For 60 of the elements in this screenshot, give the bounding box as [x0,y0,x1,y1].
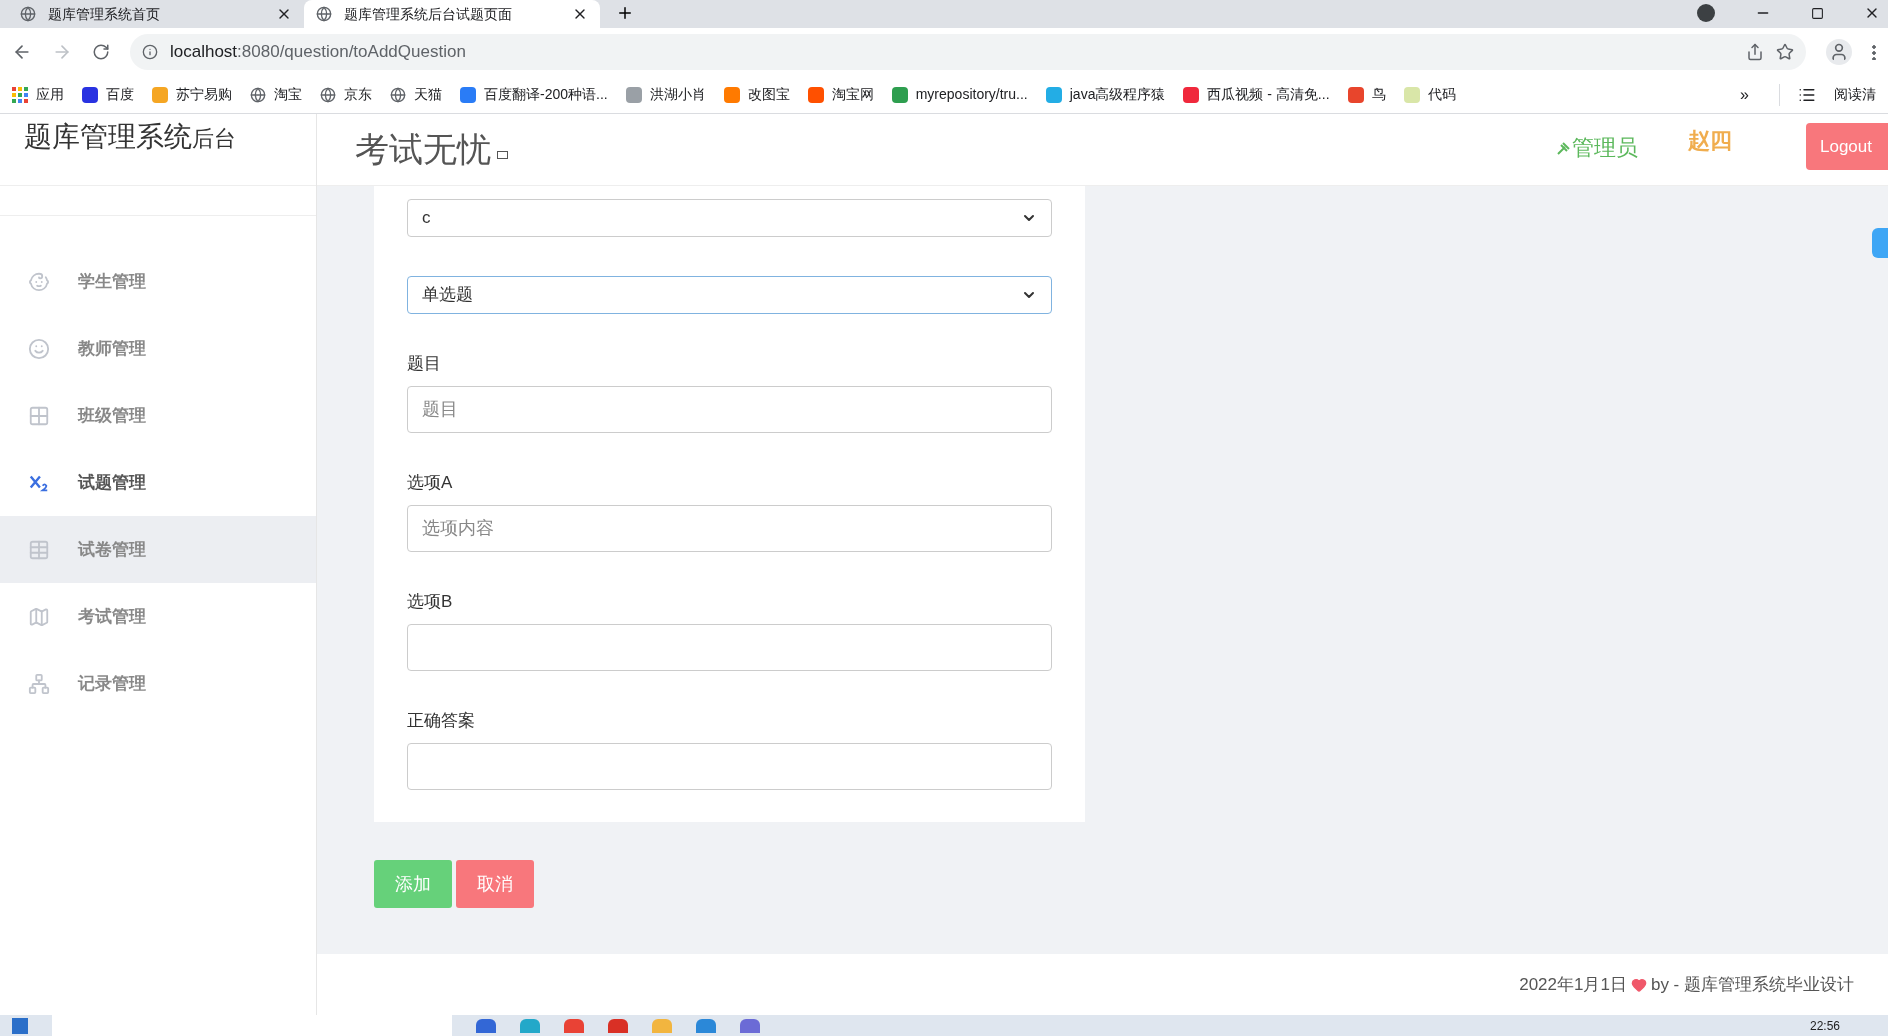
more-bookmarks-button[interactable]: » [1740,82,1761,107]
bookmark-link[interactable]: 淘宝网 [831,84,874,105]
browser-tab[interactable]: 题库管理系统后台试题页面 [304,0,600,28]
bookmark-link[interactable]: 西瓜视频 - 高清免... [1207,84,1330,105]
tab-title: 题库管理系统首页 [48,4,161,24]
admin-role: 管理员 [1572,134,1638,162]
grid-icon [28,404,50,427]
table-icon [28,538,50,561]
bookmark-link[interactable]: 天猫 [414,84,442,105]
bookmark-link[interactable]: 鸟 [1371,84,1386,105]
baby-face-icon [28,270,50,293]
bookmark-link[interactable]: 淘宝 [274,84,302,105]
text-field[interactable] [407,743,1052,790]
globe-icon [250,86,266,103]
clock: 22:56 [1809,1019,1841,1032]
globe-icon [390,86,406,103]
new-tab-icon[interactable] [616,4,634,22]
brand-title: 考试无忧 [355,129,491,170]
bookmark-link[interactable]: 洪湖小肖 [649,84,706,105]
dropdown[interactable]: 单选题 [407,276,1052,314]
dropdown[interactable]: c [407,199,1052,237]
start-icon[interactable] [12,1017,28,1034]
field-label: 选项A [407,473,454,493]
field-label: 题目 [407,354,442,374]
text-field[interactable]: 题目 [407,386,1052,433]
menu-icon[interactable] [1872,44,1876,60]
face-icon [28,337,50,360]
hierarchy-icon [28,672,50,695]
bookmark-link[interactable]: 应用 [36,84,64,105]
bookmark-link[interactable]: 改图宝 [747,84,790,105]
heart-icon [1630,976,1647,993]
bookmark-link[interactable]: 苏宁易购 [176,84,232,105]
bookmark-link[interactable]: 京东 [344,84,372,105]
profile-icon[interactable] [1826,39,1852,65]
side-tab-icon[interactable] [1872,228,1888,258]
field-label: 选项B [407,592,454,612]
map-icon [28,605,50,628]
bookmark-link[interactable]: 代码 [1427,84,1456,105]
bookmark-link[interactable]: myrepository/tru... [915,84,1028,105]
reload-icon[interactable] [92,43,110,61]
text-field[interactable] [407,624,1052,671]
bookmark-link[interactable]: java高级程序猿 [1069,84,1166,105]
text-field[interactable]: 选项内容 [407,505,1052,552]
user-name: 赵四 [1688,127,1732,155]
bookmark-link[interactable]: 百度 [106,84,134,105]
globe-icon [320,86,336,103]
reading-list-link[interactable]: 阅读清 [1834,84,1876,105]
bookmark-link[interactable]: 百度翻译-200种语... [484,84,608,105]
globe-icon [20,6,36,22]
footer-date: 2022年1月1日 [1519,973,1627,996]
apps-grid-icon [12,86,28,103]
field-label: 正确答案 [407,711,476,731]
globe-icon [316,6,332,22]
address-bar[interactable]: localhost:8080/question/toAddQuestion [130,34,1806,70]
envelope-icon [497,150,508,159]
gavel-icon [1556,139,1572,156]
tab-title: 题库管理系统后台试题页面 [344,4,513,24]
footer-credit: by - 题库管理系统毕业设计 [1650,973,1854,996]
restore-icon[interactable] [1811,6,1824,20]
app-logo-text: 题库管理系统后台 [24,120,236,154]
